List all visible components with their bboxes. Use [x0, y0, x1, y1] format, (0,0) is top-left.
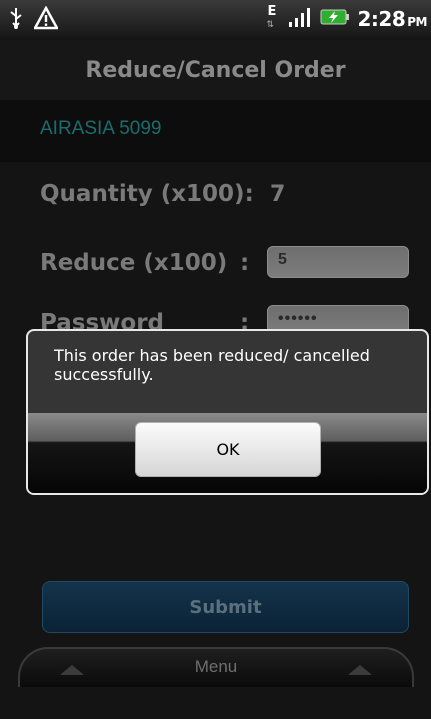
warning-triangle-icon: [32, 5, 60, 34]
stock-name: AIRASIA 5099: [40, 118, 162, 139]
submit-button[interactable]: Submit: [42, 581, 409, 633]
menu-tab[interactable]: Menu: [18, 647, 414, 687]
title-bar: Reduce/Cancel Order: [0, 40, 431, 100]
quantity-label: Quantity (x100):: [40, 181, 254, 207]
stock-header: AIRASIA 5099: [0, 100, 431, 162]
ok-button-label: OK: [216, 440, 240, 459]
reduce-label: Reduce (x100): [40, 250, 228, 276]
signal-bars-icon: [288, 6, 312, 32]
password-input-value: ••••••: [278, 310, 318, 327]
menu-up-arrow-right-icon: [348, 665, 372, 675]
dialog-button-bar: OK: [28, 413, 427, 493]
usb-icon: [8, 6, 24, 34]
status-bar: E ⇅ 2:28 PM: [0, 0, 431, 40]
submit-label: Submit: [189, 596, 262, 618]
clock: 2:28 PM: [358, 7, 428, 31]
clock-ampm: PM: [407, 15, 427, 29]
battery-charging-icon: [320, 7, 350, 31]
quantity-value: 7: [270, 182, 286, 207]
clock-time: 2:28: [357, 7, 406, 31]
alert-dialog: This order has been reduced/ cancelled s…: [26, 329, 429, 495]
reduce-input[interactable]: 5: [267, 246, 409, 278]
page-title: Reduce/Cancel Order: [85, 57, 346, 83]
network-type-icon: E ⇅: [266, 4, 277, 30]
reduce-colon: :: [240, 250, 250, 276]
dialog-message: This order has been reduced/ cancelled s…: [54, 346, 370, 384]
reduce-input-value: 5: [278, 251, 288, 268]
ok-button[interactable]: OK: [135, 422, 321, 477]
